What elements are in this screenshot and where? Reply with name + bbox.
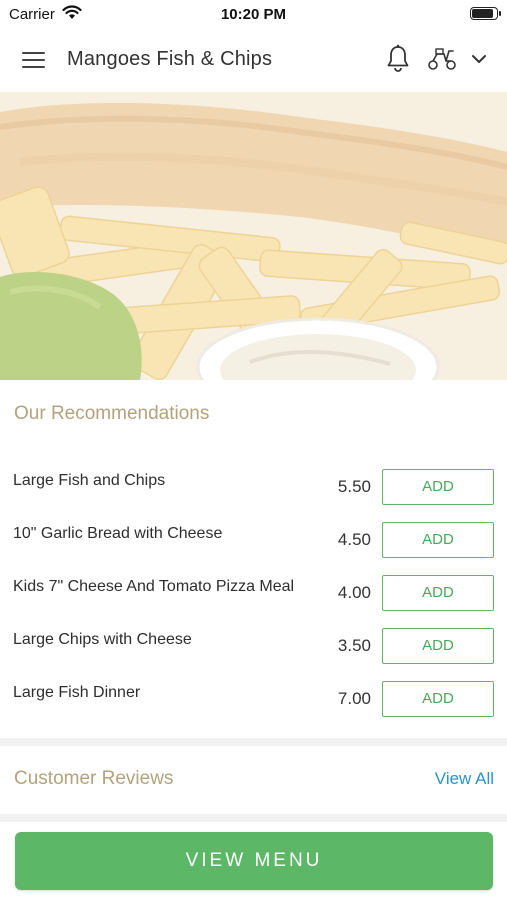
bell-icon[interactable] — [384, 44, 412, 74]
scooter-icon[interactable] — [426, 46, 458, 72]
menu-item-name: Kids 7" Cheese And Tomato Pizza Meal — [13, 578, 295, 595]
hero-image — [0, 92, 507, 380]
view-menu-button[interactable]: VIEW MENU — [15, 832, 493, 890]
battery-icon — [470, 7, 501, 20]
add-button[interactable]: ADD — [382, 628, 494, 664]
add-button[interactable]: ADD — [382, 575, 494, 611]
chevron-down-icon[interactable] — [470, 50, 488, 68]
menu-item-row: Large Fish and Chips 5.50 ADD — [0, 469, 507, 522]
add-button[interactable]: ADD — [382, 522, 494, 558]
menu-item-name: 10" Garlic Bread with Cheese — [13, 525, 223, 542]
menu-item-name: Large Fish Dinner — [13, 684, 141, 701]
add-button[interactable]: ADD — [382, 469, 494, 505]
menu-item-price: 7.00 — [337, 689, 371, 708]
menu-item-row: Kids 7" Cheese And Tomato Pizza Meal 4.0… — [0, 575, 507, 628]
menu-item-row: 10" Garlic Bread with Cheese 4.50 ADD — [0, 522, 507, 575]
menu-item-price: 4.00 — [337, 583, 371, 602]
view-all-link[interactable]: View All — [435, 769, 494, 789]
menu-item-row: Large Chips with Cheese 3.50 ADD — [0, 628, 507, 681]
recommendations-title: Our Recommendations — [14, 403, 210, 424]
menu-item-row: Large Fish Dinner 7.00 ADD — [0, 681, 507, 734]
menu-item-price: 3.50 — [337, 636, 371, 655]
restaurant-title: Mangoes Fish & Chips — [67, 48, 273, 70]
section-divider — [0, 814, 507, 822]
status-time: 10:20 PM — [220, 6, 287, 23]
status-bar: Carrier 10:20 PM — [0, 0, 507, 28]
menu-item-name: Large Chips with Cheese — [13, 631, 192, 648]
fish-and-chips-photo — [0, 92, 507, 380]
reviews-section: Customer Reviews View All — [0, 746, 507, 814]
recommendations-section: Our Recommendations Large Fish and Chips… — [0, 380, 507, 738]
reviews-title: Customer Reviews — [14, 768, 174, 789]
menu-item-name: Large Fish and Chips — [13, 472, 166, 489]
app-bar: Mangoes Fish & Chips — [0, 28, 507, 92]
bottom-bar: VIEW MENU — [0, 822, 507, 900]
add-button[interactable]: ADD — [382, 681, 494, 717]
menu-item-price: 5.50 — [337, 477, 371, 496]
section-divider — [0, 738, 507, 746]
menu-item-price: 4.50 — [337, 530, 371, 549]
hamburger-menu-icon[interactable] — [22, 50, 46, 70]
